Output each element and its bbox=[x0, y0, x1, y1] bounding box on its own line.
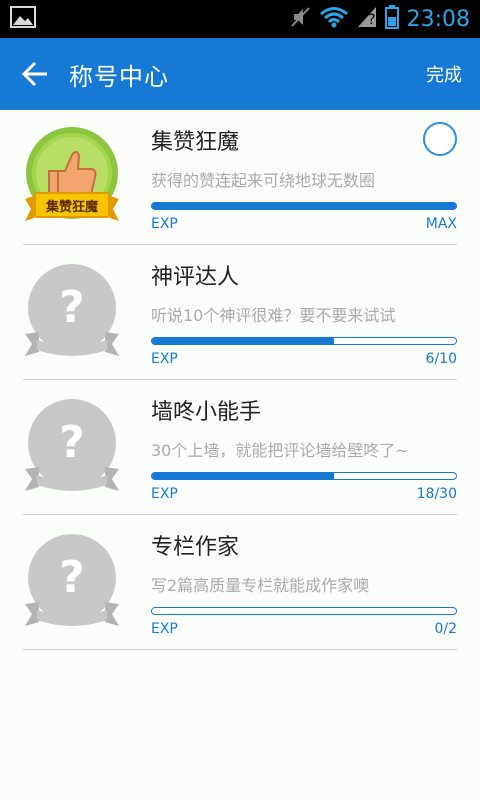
exp-progress-fill bbox=[152, 203, 456, 209]
exp-row: EXP 0/2 bbox=[151, 621, 457, 637]
title-name: 集赞狂魔 bbox=[151, 130, 240, 155]
exp-label: EXP bbox=[151, 216, 178, 232]
title-list: 集赞狂魔 集赞狂魔 获得的赞连起来可绕地球无数圈 EXP MAX ? 神评达人 … bbox=[0, 110, 480, 650]
badge-text: 集赞狂魔 bbox=[45, 199, 98, 215]
exp-progress-bar bbox=[151, 472, 457, 480]
status-time: 23:08 bbox=[406, 6, 470, 32]
title-content: 神评达人 听说10个神评很难？要不要来试试 EXP 6/10 bbox=[151, 245, 457, 379]
title-description: 听说10个神评很难？要不要来试试 bbox=[151, 306, 396, 325]
badge-like-maniac: 集赞狂魔 bbox=[23, 110, 151, 244]
mute-icon bbox=[289, 6, 311, 32]
title-content: 墙咚小能手 30个上墙，就能把评论墙给壁咚了~ EXP 18/30 bbox=[151, 380, 457, 514]
title-description: 写2篇高质量专栏就能成作家噢 bbox=[151, 576, 370, 595]
locked-badge-icon: ? bbox=[23, 245, 151, 379]
exp-value: MAX bbox=[425, 216, 457, 232]
exp-value: 0/2 bbox=[434, 621, 457, 637]
svg-text:?: ? bbox=[368, 12, 375, 28]
signal-unknown-icon: ? bbox=[357, 6, 377, 32]
title-content: 专栏作家 写2篇高质量专栏就能成作家噢 EXP 0/2 bbox=[151, 515, 457, 649]
title-name: 神评达人 bbox=[151, 265, 240, 290]
locked-badge-icon: ? bbox=[23, 515, 151, 649]
done-button[interactable]: 完成 bbox=[426, 61, 462, 87]
list-item[interactable]: 集赞狂魔 集赞狂魔 获得的赞连起来可绕地球无数圈 EXP MAX bbox=[23, 110, 457, 245]
locked-badge-icon: ? bbox=[23, 380, 151, 514]
status-bar: ? 23:08 bbox=[0, 0, 480, 38]
exp-progress-fill bbox=[152, 473, 335, 479]
title-name: 专栏作家 bbox=[151, 535, 240, 560]
status-left bbox=[10, 6, 36, 32]
title-content: 集赞狂魔 获得的赞连起来可绕地球无数圈 EXP MAX bbox=[151, 110, 457, 244]
svg-text:?: ? bbox=[59, 552, 85, 603]
exp-progress-bar bbox=[151, 607, 457, 615]
back-button[interactable] bbox=[18, 57, 52, 91]
exp-value: 6/10 bbox=[425, 351, 457, 367]
title-name: 墙咚小能手 bbox=[151, 400, 262, 425]
exp-progress-fill bbox=[152, 338, 335, 344]
exp-row: EXP 6/10 bbox=[151, 351, 457, 367]
exp-row: EXP MAX bbox=[151, 216, 457, 232]
exp-label: EXP bbox=[151, 621, 178, 637]
list-item[interactable]: ? 专栏作家 写2篇高质量专栏就能成作家噢 EXP 0/2 bbox=[23, 515, 457, 650]
wifi-icon bbox=[319, 6, 349, 32]
list-item[interactable]: ? 神评达人 听说10个神评很难？要不要来试试 EXP 6/10 bbox=[23, 245, 457, 380]
app-bar: 称号中心 完成 bbox=[0, 38, 480, 110]
exp-value: 18/30 bbox=[416, 486, 457, 502]
battery-icon bbox=[384, 5, 399, 33]
title-description: 30个上墙，就能把评论墙给壁咚了~ bbox=[151, 441, 409, 460]
image-icon bbox=[10, 6, 36, 32]
svg-text:?: ? bbox=[59, 282, 85, 333]
back-arrow-icon bbox=[21, 61, 47, 87]
svg-text:?: ? bbox=[59, 417, 85, 468]
page-title: 称号中心 bbox=[69, 62, 169, 91]
exp-progress-bar bbox=[151, 202, 457, 210]
select-radio[interactable] bbox=[423, 122, 457, 156]
status-right: ? 23:08 bbox=[289, 5, 470, 33]
title-description: 获得的赞连起来可绕地球无数圈 bbox=[151, 171, 376, 190]
exp-label: EXP bbox=[151, 351, 178, 367]
exp-progress-bar bbox=[151, 337, 457, 345]
exp-label: EXP bbox=[151, 486, 178, 502]
list-item[interactable]: ? 墙咚小能手 30个上墙，就能把评论墙给壁咚了~ EXP 18/30 bbox=[23, 380, 457, 515]
exp-row: EXP 18/30 bbox=[151, 486, 457, 502]
